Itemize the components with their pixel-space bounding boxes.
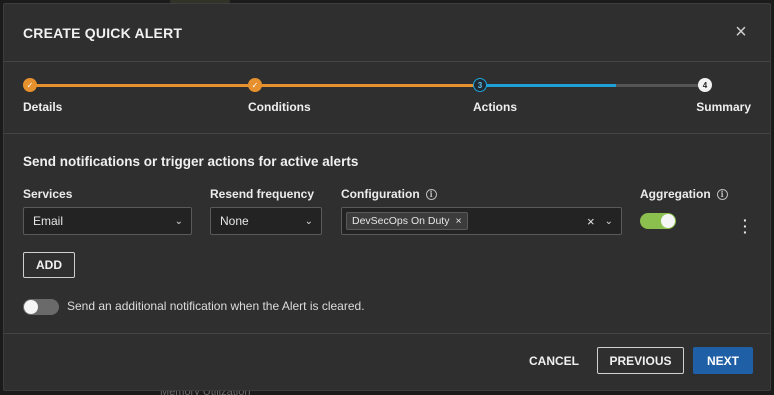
step-summary-number: 4 <box>698 78 712 92</box>
dialog-footer: CANCEL PREVIOUS NEXT <box>4 333 770 390</box>
chip-remove-icon[interactable]: × <box>455 215 461 227</box>
step-actions-number: 3 <box>473 78 487 92</box>
resend-frequency-value: None <box>220 214 249 228</box>
toggle-knob <box>661 214 675 228</box>
services-select[interactable]: Email ⌄ <box>23 207 192 235</box>
cleared-notification-toggle[interactable] <box>23 299 59 315</box>
toggle-knob <box>24 300 38 314</box>
previous-button[interactable]: PREVIOUS <box>597 347 684 374</box>
configuration-multiselect[interactable]: DevSecOps On Duty × × ⌄ <box>341 207 622 235</box>
aggregation-label-text: Aggregation <box>640 187 711 201</box>
configuration-chip: DevSecOps On Duty × <box>346 212 468 230</box>
stepper-track-1 <box>30 84 256 87</box>
configuration-label-text: Configuration <box>341 187 420 201</box>
section-title: Send notifications or trigger actions fo… <box>23 154 359 169</box>
chevron-down-icon: ⌄ <box>174 215 183 227</box>
step-conditions-label[interactable]: Conditions <box>248 100 311 114</box>
dialog-title: CREATE QUICK ALERT <box>23 24 183 41</box>
step-conditions-check-icon: ✓ <box>248 78 262 92</box>
cancel-button[interactable]: CANCEL <box>514 347 594 374</box>
configuration-chip-label: DevSecOps On Duty <box>352 215 450 227</box>
resend-frequency-label: Resend frequency <box>210 187 314 201</box>
cleared-notification-label: Send an additional notification when the… <box>67 299 365 313</box>
chevron-down-icon[interactable]: ⌄ <box>605 216 613 227</box>
stepper-track-3-progress <box>480 84 616 87</box>
step-details-label[interactable]: Details <box>23 100 62 114</box>
configuration-label: Configuration i <box>341 187 437 201</box>
step-details-check-icon: ✓ <box>23 78 37 92</box>
services-label-text: Services <box>23 187 73 201</box>
clear-icon[interactable]: × <box>587 214 595 229</box>
resend-frequency-select[interactable]: None ⌄ <box>210 207 322 235</box>
aggregation-toggle[interactable] <box>640 213 676 229</box>
stepper-track-2 <box>256 84 480 87</box>
close-icon[interactable]: × <box>731 21 751 43</box>
chevron-down-icon: ⌄ <box>304 215 313 227</box>
step-actions-label[interactable]: Actions <box>473 100 517 114</box>
resend-frequency-label-text: Resend frequency <box>210 187 315 201</box>
step-summary-label[interactable]: Summary <box>696 100 751 114</box>
services-label: Services <box>23 187 72 201</box>
configuration-info-icon[interactable]: i <box>425 188 437 200</box>
actions-section: Send notifications or trigger actions fo… <box>4 134 770 334</box>
configuration-controls: × ⌄ <box>587 214 613 229</box>
create-quick-alert-dialog: CREATE QUICK ALERT × ✓ ✓ 3 4 Details Con… <box>3 3 771 391</box>
add-button[interactable]: ADD <box>23 252 75 278</box>
stepper: ✓ ✓ 3 4 Details Conditions Actions Summa… <box>4 62 770 134</box>
dialog-header: CREATE QUICK ALERT × <box>4 4 770 62</box>
services-value: Email <box>33 214 64 228</box>
aggregation-info-icon[interactable]: i <box>716 188 728 200</box>
aggregation-label: Aggregation i <box>640 187 728 201</box>
more-options-icon[interactable]: · · · <box>743 213 748 239</box>
next-button[interactable]: NEXT <box>693 347 753 374</box>
